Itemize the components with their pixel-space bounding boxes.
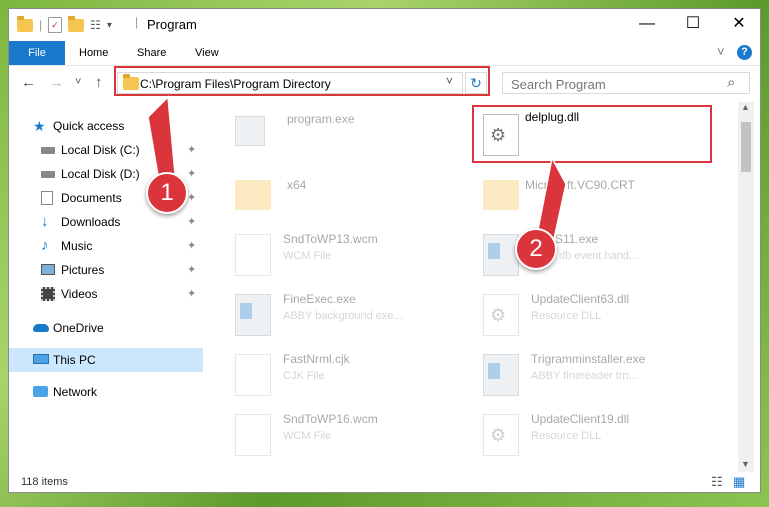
step-1-badge: 1 [146, 172, 188, 214]
annotation-arrows [147, 95, 567, 250]
step-2-badge: 2 [515, 228, 557, 270]
